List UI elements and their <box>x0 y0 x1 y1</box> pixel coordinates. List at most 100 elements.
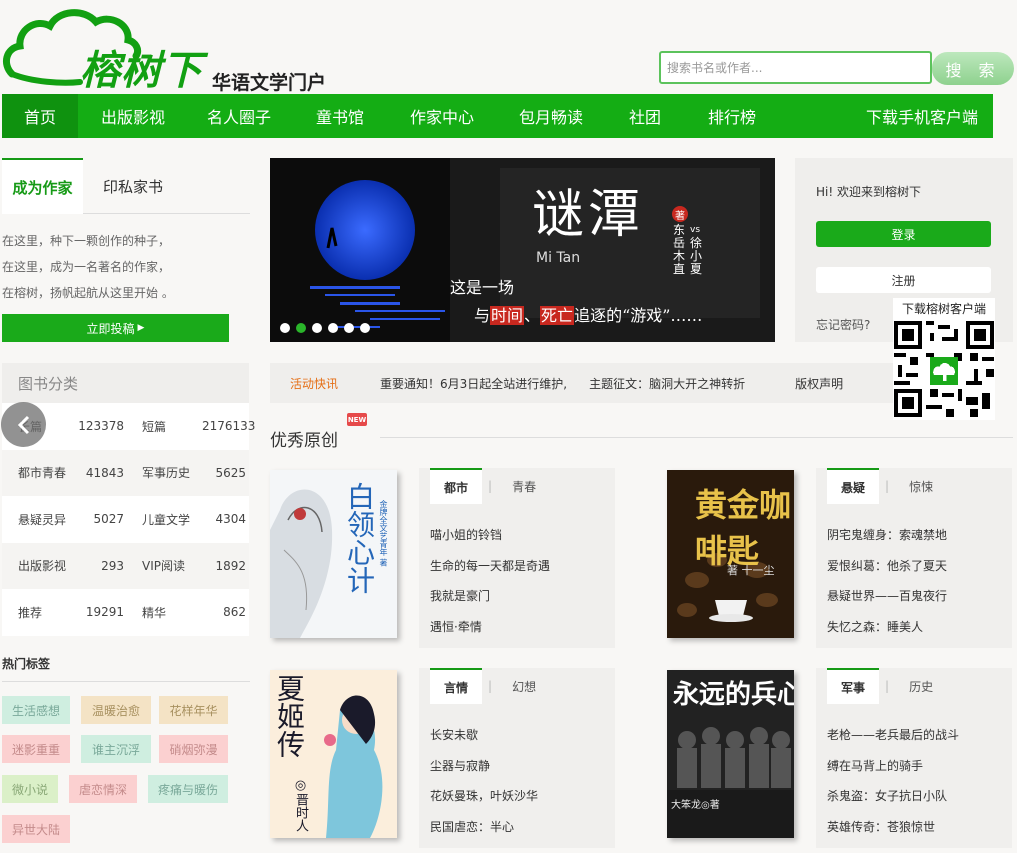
hot-tag[interactable]: 疼痛与暖伤 <box>148 775 228 803</box>
category-row: 悬疑灵异 5027 儿童文学 4304 <box>2 496 249 543</box>
book-title-link[interactable]: 爱恨纠葛：他杀了夏天 <box>827 551 947 582</box>
genre-tab[interactable]: 惊悚 <box>895 468 947 504</box>
login-button[interactable]: 登录 <box>816 221 991 247</box>
genre-tab[interactable]: 悬疑 <box>827 468 880 504</box>
nav-rankings[interactable]: 排行榜 <box>682 94 782 138</box>
book-title-link[interactable]: 尘器与寂静 <box>430 751 538 782</box>
nav-download-app[interactable]: 下载手机客户端 <box>782 94 982 138</box>
book-list: 长安未歇 尘器与寂静 花妖曼珠，叶妖沙华 民国虐恋：半心 <box>430 720 538 842</box>
book-title-link[interactable]: 遇恒·牵情 <box>430 612 550 643</box>
app-qr-code[interactable]: 下载榕树客户端 <box>893 298 995 420</box>
hot-tag[interactable]: 温暖治愈 <box>81 696 151 724</box>
nav-community[interactable]: 社团 <box>608 94 682 138</box>
tab-become-writer[interactable]: 成为作家 <box>2 158 83 214</box>
hot-tag[interactable]: 花样年华 <box>159 696 228 724</box>
hot-tag[interactable]: 硝烟弥漫 <box>159 735 228 763</box>
category-name[interactable]: 短篇 <box>124 418 202 435</box>
category-name[interactable]: 精华 <box>124 604 202 621</box>
logo-subtitle: 华语文学门户 <box>212 72 327 94</box>
hot-tag[interactable]: 异世大陆 <box>2 815 70 843</box>
book-title-link[interactable]: 我就是豪门 <box>430 581 550 612</box>
book-title-link[interactable]: 英雄传奇：苍狼惊世 <box>827 812 959 843</box>
book-title-link[interactable]: 老枪——老兵最后的战斗 <box>827 720 959 751</box>
carousel-prev-button[interactable] <box>1 402 46 447</box>
category-count: 5625 <box>215 465 246 480</box>
tab-print-book[interactable]: 印私家书 <box>83 158 183 214</box>
category-name[interactable]: VIP阅读 <box>124 557 202 574</box>
category-name[interactable]: 推荐 <box>2 604 66 621</box>
cover-author: 著 十一尘 <box>727 564 775 577</box>
book-title-link[interactable]: 失忆之森：睡美人 <box>827 612 947 643</box>
category-name[interactable]: 悬疑灵异 <box>2 511 66 528</box>
banner-highlight: 死亡 <box>540 306 575 325</box>
category-name[interactable]: 出版影视 <box>2 557 66 574</box>
category-count: 123378 <box>78 419 124 434</box>
intro-line: 在这里，种下一颗创作的种子， <box>2 234 171 248</box>
submit-manuscript-button[interactable]: 立即投稿 ▶ <box>2 314 229 342</box>
genre-tab[interactable]: 军事 <box>827 668 880 704</box>
banner-seal: 著 <box>672 206 688 222</box>
hot-tag[interactable]: 生活感想 <box>2 696 70 724</box>
news-item[interactable]: 重要通知！6月3日起全站进行维护, <box>380 375 567 392</box>
genre-tab[interactable]: 都市 <box>430 468 483 504</box>
banner-text: 与 <box>474 306 491 325</box>
main-nav: 首页 出版影视 名人圈子 童书馆 作家中心 包月畅读 社团 排行榜 下载手机客户… <box>2 94 993 138</box>
category-name[interactable]: 儿童文学 <box>124 511 202 528</box>
nav-celebrity[interactable]: 名人圈子 <box>188 94 290 138</box>
book-title-link[interactable]: 花妖曼珠，叶妖沙华 <box>430 781 538 812</box>
book-title-link[interactable]: 悬疑世界——百鬼夜行 <box>827 581 947 612</box>
carousel-dot[interactable] <box>280 323 290 333</box>
new-badge: NEW <box>347 413 367 426</box>
hot-tag[interactable]: 谁主沉浮 <box>81 735 151 763</box>
nav-writer-center[interactable]: 作家中心 <box>390 94 494 138</box>
nav-monthly[interactable]: 包月畅读 <box>494 94 608 138</box>
genre-tabs: 都市 | 青春 <box>430 468 550 504</box>
genre-tab[interactable]: 幻想 <box>498 668 550 704</box>
carousel-dot[interactable] <box>344 323 354 333</box>
book-title-link[interactable]: 喵小姐的铃铛 <box>430 520 550 551</box>
search-box[interactable] <box>659 51 932 84</box>
carousel-dot[interactable] <box>312 323 322 333</box>
news-item[interactable]: 版权声明 <box>795 375 843 392</box>
category-name[interactable]: 军事历史 <box>124 464 202 481</box>
book-title-link[interactable]: 杀鬼盗：女子抗日小队 <box>827 781 959 812</box>
book-cover[interactable]: 黄金咖啡匙 著 十一尘 <box>667 470 794 638</box>
chevron-left-icon <box>17 415 29 434</box>
news-item[interactable]: 主题征文：脑洞大开之神转折 <box>589 375 745 392</box>
register-button[interactable]: 注册 <box>816 267 991 293</box>
nav-kids-books[interactable]: 童书馆 <box>290 94 390 138</box>
cover-title: 夏姬传 <box>273 674 306 758</box>
hot-tag[interactable]: 微小说 <box>2 775 58 803</box>
genre-tab[interactable]: 青春 <box>498 468 550 504</box>
tab-separator: | <box>885 679 890 693</box>
hot-tag[interactable]: 虐恋情深 <box>69 775 137 803</box>
book-cover[interactable]: 夏姬传 ◎晋时人 <box>270 670 397 838</box>
book-title-link[interactable]: 长安未歇 <box>430 720 538 751</box>
cover-title: 白领心计 <box>343 482 376 594</box>
search-input[interactable] <box>667 60 924 75</box>
category-name[interactable]: 都市青春 <box>2 464 66 481</box>
nav-publishing[interactable]: 出版影视 <box>78 94 188 138</box>
qr-title: 下载榕树客户端 <box>901 302 986 316</box>
genre-tab[interactable]: 历史 <box>895 668 947 704</box>
hot-tag[interactable]: 迷影重重 <box>2 735 70 763</box>
book-list: 喵小姐的铃铛 生命的每一天都是奇遇 我就是豪门 遇恒·牵情 <box>430 520 550 642</box>
carousel-dot[interactable] <box>360 323 370 333</box>
tab-separator: | <box>488 479 493 493</box>
genre-tab[interactable]: 言情 <box>430 668 483 704</box>
nav-home[interactable]: 首页 <box>2 94 78 138</box>
category-title: 图书分类 <box>2 363 249 403</box>
carousel-dot[interactable] <box>296 323 306 333</box>
banner-carousel[interactable]: 谜潭 Mi Tan 著 东 vs 岳 徐 木 小 直 夏 这是一场 与时间、死亡… <box>270 158 775 342</box>
book-title-link[interactable]: 生命的每一天都是奇遇 <box>430 551 550 582</box>
divider <box>380 437 1013 438</box>
forgot-password-link[interactable]: 忘记密码? <box>816 316 870 333</box>
search-button[interactable]: 搜 索 <box>932 52 1014 85</box>
carousel-dot[interactable] <box>328 323 338 333</box>
book-title-link[interactable]: 阴宅鬼缠身：索魂禁地 <box>827 520 947 551</box>
book-title-link[interactable]: 民国虐恋：半心 <box>430 812 538 843</box>
book-cover[interactable]: 永远的兵心 大笨龙◎著 <box>667 670 794 838</box>
book-cover[interactable]: 白领心计 金牌全文艺青年 著 <box>270 470 397 638</box>
book-title-link[interactable]: 缚在马背上的骑手 <box>827 751 959 782</box>
news-label: 活动快讯 <box>290 376 339 391</box>
